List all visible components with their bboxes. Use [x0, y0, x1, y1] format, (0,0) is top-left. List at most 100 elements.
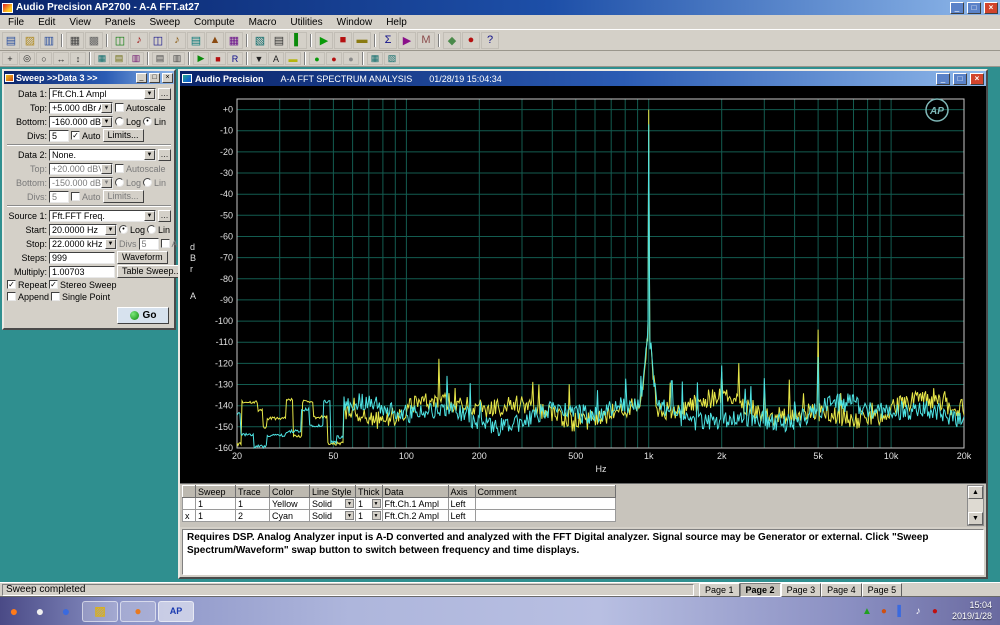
macro-run-icon[interactable]: ▶: [398, 31, 416, 49]
chevron-down-icon[interactable]: ▼: [371, 511, 381, 520]
steps-field[interactable]: 999: [49, 251, 115, 264]
data-editor-icon[interactable]: ▤: [270, 31, 288, 49]
trace-table-header-comment[interactable]: Comment: [474, 485, 616, 498]
pause-icon[interactable]: ▬: [353, 31, 371, 49]
macro-edit-icon[interactable]: M: [417, 31, 435, 49]
save-test-icon[interactable]: ▥: [40, 31, 58, 49]
trace-table-header-select[interactable]: [182, 485, 196, 498]
window-tile-icon[interactable]: ▦: [367, 52, 383, 65]
digital-analyzer-panel-icon[interactable]: ◫: [149, 31, 167, 49]
chevron-down-icon[interactable]: ▼: [371, 499, 381, 508]
copy-data-icon[interactable]: ▤: [152, 52, 168, 65]
trace-table-header-color[interactable]: Color: [269, 485, 310, 498]
menu-file[interactable]: File: [1, 16, 31, 29]
graph-minimize-button[interactable]: _: [936, 72, 950, 85]
minimize-button[interactable]: _: [950, 1, 964, 14]
data1-select[interactable]: Fft.Ch.1 Ampl ▼: [49, 87, 156, 100]
trace-cell[interactable]: [182, 497, 196, 510]
dio-panel-icon[interactable]: ▤: [187, 31, 205, 49]
ap2700-taskbar-button[interactable]: AP: [158, 600, 194, 622]
trace-table-row[interactable]: 1 1 Yellow Solid ▼ 1 ▼ Fft.Ch.1 Ampl Left: [182, 497, 616, 510]
antivirus-tray-icon[interactable]: ▲: [860, 604, 874, 618]
media-launcher-icon[interactable]: ●: [56, 601, 76, 621]
source1-log-radio[interactable]: •: [119, 225, 128, 234]
trace-cell[interactable]: 1 ▼: [355, 509, 383, 522]
trace-cell[interactable]: [474, 509, 616, 522]
cursor-icon[interactable]: +: [2, 52, 18, 65]
data1-lin-radio[interactable]: •: [143, 117, 153, 126]
trace-table-scrollbar[interactable]: ▲ ▼: [967, 485, 984, 526]
graph-maximize-button[interactable]: □: [953, 72, 967, 85]
analyzer-panel-icon[interactable]: ◫: [111, 31, 129, 49]
menu-edit[interactable]: Edit: [31, 16, 62, 29]
trace-cell[interactable]: [474, 497, 616, 510]
status-ok-icon[interactable]: ●: [309, 52, 325, 65]
panel-close-button[interactable]: ×: [162, 72, 173, 83]
menu-compute[interactable]: Compute: [187, 16, 242, 29]
settling-panel-icon[interactable]: ▲: [206, 31, 224, 49]
panel-minimize-button[interactable]: _: [136, 72, 147, 83]
menu-view[interactable]: View: [62, 16, 98, 29]
zoom-out-icon[interactable]: ○: [36, 52, 52, 65]
comment-toggle-icon[interactable]: ▥: [128, 52, 144, 65]
menu-window[interactable]: Window: [330, 16, 380, 29]
chevron-down-icon[interactable]: ▼: [345, 511, 354, 520]
status-idle-icon[interactable]: ●: [343, 52, 359, 65]
graph-panel-icon[interactable]: ▧: [251, 31, 269, 49]
explorer-taskbar-button[interactable]: ▨: [82, 600, 118, 622]
marker-icon[interactable]: ▼: [251, 52, 267, 65]
sweep-stop-icon[interactable]: ■: [210, 52, 226, 65]
copy-icon[interactable]: ▩: [85, 31, 103, 49]
sweep-panel-titlebar[interactable]: Sweep >>Data 3 >> _ □ ×: [4, 71, 174, 84]
menu-panels[interactable]: Panels: [98, 16, 143, 29]
data1-autoscale-checkbox[interactable]: [115, 103, 124, 112]
chevron-down-icon[interactable]: ▼: [105, 238, 116, 249]
trace-table-header-axis[interactable]: Axis: [447, 485, 476, 498]
help-icon[interactable]: ?: [481, 31, 499, 49]
source1-lin-radio[interactable]: [147, 225, 157, 234]
chevron-down-icon[interactable]: ▼: [144, 149, 155, 160]
bar-graph-icon[interactable]: ▌: [289, 31, 307, 49]
cat-launcher-icon[interactable]: ●: [30, 601, 50, 621]
trace-cell[interactable]: 1: [195, 497, 236, 510]
trace-cell[interactable]: Yellow: [269, 497, 310, 510]
repeat-checkbox[interactable]: ✓: [7, 280, 16, 289]
trace-table-header-trace[interactable]: Trace: [235, 485, 270, 498]
trace-cell[interactable]: Left: [447, 509, 476, 522]
sweep-panel-icon[interactable]: ▦: [225, 31, 243, 49]
trace-cell[interactable]: 2: [235, 509, 270, 522]
chevron-down-icon[interactable]: ▼: [101, 116, 112, 127]
volume-tray-icon[interactable]: ♪: [911, 604, 925, 618]
trace-cell[interactable]: x: [182, 509, 196, 522]
trace-color-icon[interactable]: ▬: [285, 52, 301, 65]
trace-cell[interactable]: Cyan: [269, 509, 310, 522]
multiply-field[interactable]: 1.00703: [49, 265, 115, 278]
chevron-down-icon[interactable]: ▼: [101, 102, 112, 113]
menu-macro[interactable]: Macro: [242, 16, 284, 29]
menu-sweep[interactable]: Sweep: [142, 16, 187, 29]
append-checkbox[interactable]: [7, 292, 16, 301]
start-input[interactable]: 20.0000 Hz ▼: [49, 223, 117, 236]
graph-close-button[interactable]: ×: [970, 72, 984, 85]
alert-tray-icon[interactable]: ●: [928, 604, 942, 618]
close-button[interactable]: ×: [984, 1, 998, 14]
data1-log-radio[interactable]: [115, 117, 124, 126]
menu-utilities[interactable]: Utilities: [283, 16, 329, 29]
data2-select[interactable]: None. ▼: [49, 148, 156, 161]
single-point-checkbox[interactable]: [51, 292, 61, 301]
trace-cell[interactable]: Fft.Ch.1 Ampl: [381, 497, 449, 510]
digital-generator-panel-icon[interactable]: ♪: [168, 31, 186, 49]
update-tray-icon[interactable]: ●: [877, 604, 891, 618]
open-test-icon[interactable]: ▨: [21, 31, 39, 49]
data1-auto-checkbox[interactable]: ✓: [71, 131, 80, 140]
page-tab-page-2[interactable]: Page 2: [739, 583, 781, 597]
generator-panel-icon[interactable]: ♪: [130, 31, 148, 49]
chevron-down-icon[interactable]: ▼: [144, 88, 155, 99]
page-tab-page-5[interactable]: Page 5: [861, 583, 903, 597]
trace-cell[interactable]: Solid ▼: [309, 497, 356, 510]
trace-table-header-thick[interactable]: Thick: [355, 485, 383, 498]
waveform-button[interactable]: Waveform: [117, 251, 168, 264]
data2-browse-button[interactable]: …: [158, 148, 171, 161]
zoom-in-icon[interactable]: ◎: [19, 52, 35, 65]
zoom-x-icon[interactable]: ↔: [53, 52, 69, 65]
